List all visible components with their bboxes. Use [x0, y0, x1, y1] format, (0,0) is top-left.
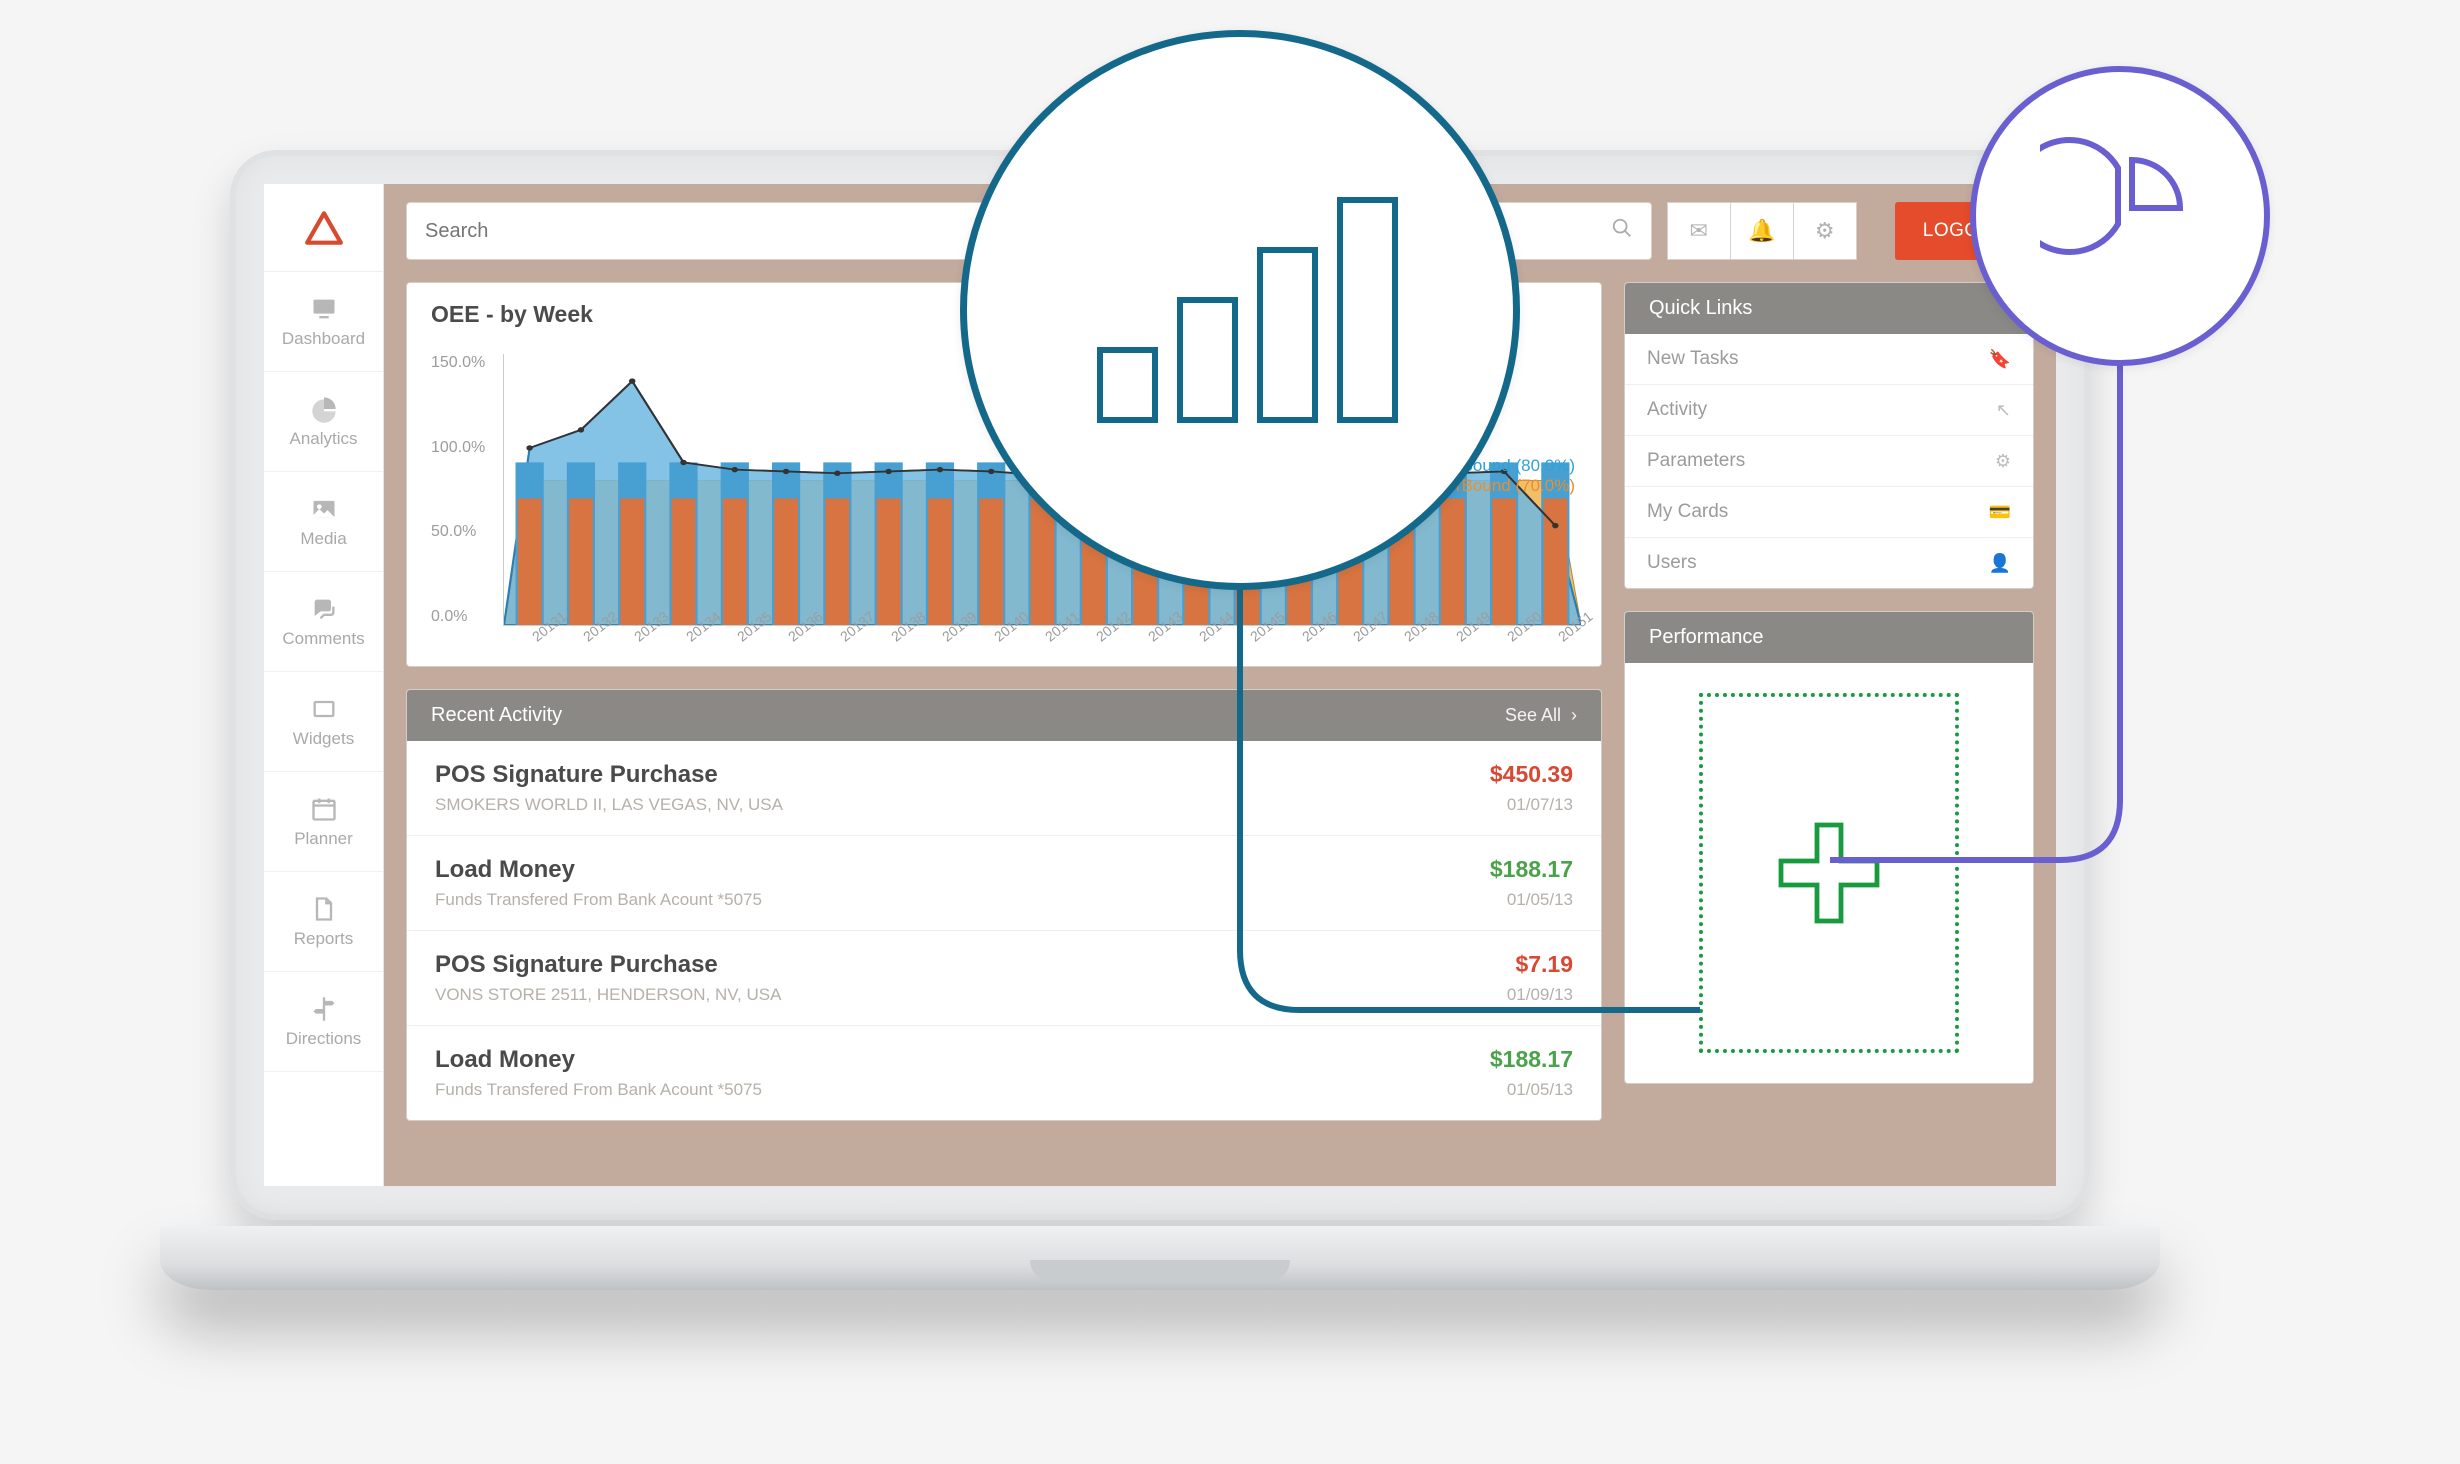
sidebar-item-label: Comments: [282, 629, 364, 649]
gear-icon: ⚙: [1815, 218, 1835, 244]
sidebar-item-label: Directions: [286, 1029, 362, 1049]
y-tick: 50.0%: [431, 523, 485, 541]
widget-icon: [310, 695, 338, 723]
image-icon: [310, 495, 338, 523]
sidebar: Dashboard Analytics Media Comments Widgets Pl…: [264, 184, 384, 1186]
bell-icon: 🔔: [1748, 218, 1775, 244]
sidebar-item-label: Dashboard: [282, 329, 365, 349]
recent-activity-title: Recent Activity: [431, 704, 562, 727]
toolbar-icons: ✉ 🔔 ⚙: [1668, 202, 1857, 260]
pie-chart-callout: [1970, 66, 2270, 366]
connector-line-1: [1230, 580, 1710, 1020]
quicklink-label: Users: [1647, 552, 1697, 574]
sidebar-item-label: Reports: [294, 929, 354, 949]
app-logo[interactable]: [264, 184, 383, 272]
activity-title: POS Signature Purchase: [435, 761, 718, 789]
activity-subtitle: Funds Transfered From Bank Acount *5075: [435, 1080, 762, 1100]
notifications-button[interactable]: 🔔: [1730, 202, 1794, 260]
activity-subtitle: SMOKERS WORLD II, LAS VEGAS, NV, USA: [435, 795, 783, 815]
sidebar-item-label: Planner: [294, 829, 353, 849]
comments-icon: [310, 595, 338, 623]
activity-subtitle: Funds Transfered From Bank Acount *5075: [435, 890, 762, 910]
activity-title: Load Money: [435, 856, 575, 884]
quick-links-title: Quick Links: [1649, 297, 1752, 320]
y-tick: 150.0%: [431, 354, 485, 372]
sidebar-item-planner[interactable]: Planner: [264, 772, 383, 872]
quicklink-label: Parameters: [1647, 450, 1745, 472]
sidebar-item-comments[interactable]: Comments: [264, 572, 383, 672]
sidebar-item-analytics[interactable]: Analytics: [264, 372, 383, 472]
bar-chart-icon: [1080, 180, 1400, 440]
y-axis: 150.0% 100.0% 50.0% 0.0%: [431, 354, 485, 626]
laptop-notch: [1030, 1260, 1290, 1282]
connector-line-2: [1820, 360, 2300, 880]
quicklink-label: New Tasks: [1647, 348, 1739, 370]
sidebar-item-widgets[interactable]: Widgets: [264, 672, 383, 772]
settings-button[interactable]: ⚙: [1793, 202, 1857, 260]
pie-icon: [310, 395, 338, 423]
sidebar-item-label: Analytics: [289, 429, 357, 449]
activity-title: Load Money: [435, 1046, 575, 1074]
pie-chart-icon: [2040, 136, 2200, 296]
search-icon: [1611, 217, 1633, 245]
mail-button[interactable]: ✉: [1667, 202, 1731, 260]
sidebar-item-media[interactable]: Media: [264, 472, 383, 572]
quicklink-label: My Cards: [1647, 501, 1728, 523]
mail-icon: ✉: [1690, 218, 1708, 244]
activity-date: 01/05/13: [1507, 1080, 1573, 1100]
quicklink-label: Activity: [1647, 399, 1707, 421]
sidebar-item-reports[interactable]: Reports: [264, 872, 383, 972]
triangle-logo-icon: [303, 207, 345, 249]
activity-amount: $188.17: [1490, 1046, 1573, 1073]
quick-links-header: Quick Links: [1625, 283, 2033, 334]
activity-subtitle: VONS STORE 2511, HENDERSON, NV, USA: [435, 985, 781, 1005]
sidebar-item-dashboard[interactable]: Dashboard: [264, 272, 383, 372]
monitor-icon: [310, 295, 338, 323]
y-tick: 100.0%: [431, 439, 485, 457]
activity-title: POS Signature Purchase: [435, 951, 718, 979]
file-icon: [310, 895, 338, 923]
calendar-icon: [310, 795, 338, 823]
bar-chart-callout: [960, 30, 1520, 590]
y-tick: 0.0%: [431, 608, 485, 626]
activity-item[interactable]: Load Money $188.17 Funds Transfered From B…: [407, 1025, 1601, 1120]
sidebar-item-directions[interactable]: Directions: [264, 972, 383, 1072]
signpost-icon: [310, 995, 338, 1023]
sidebar-item-label: Media: [300, 529, 346, 549]
sidebar-item-label: Widgets: [293, 729, 354, 749]
